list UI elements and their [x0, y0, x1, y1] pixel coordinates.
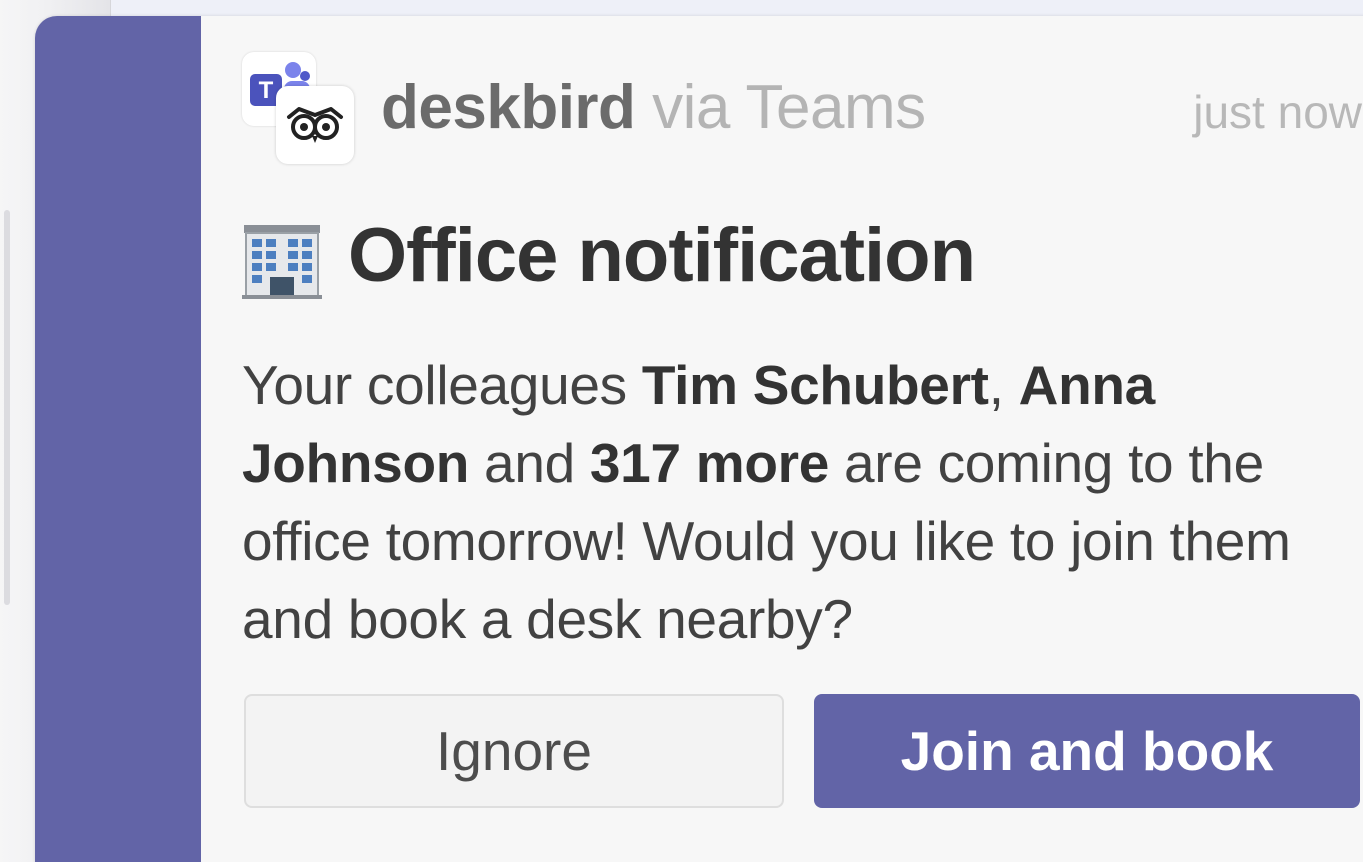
notification-card[interactable]: T deskbird via Teams just now Office not…	[35, 16, 1363, 862]
app-via-text: via Teams	[652, 73, 926, 142]
accent-bar	[35, 16, 201, 862]
notification-message: Your colleagues Tim Schubert, Anna Johns…	[242, 346, 1352, 658]
screen: T deskbird via Teams just now Office not…	[0, 0, 1363, 862]
colleague-count: 317 more	[589, 432, 830, 494]
app-source-line: deskbird via Teams	[381, 66, 926, 150]
message-text: ,	[988, 354, 1019, 416]
app-name: deskbird	[381, 73, 636, 142]
ignore-button[interactable]: Ignore	[244, 694, 784, 808]
device-side-button	[4, 210, 10, 605]
deskbird-owl-icon	[276, 86, 354, 164]
office-building-icon	[242, 223, 322, 304]
svg-text:T: T	[259, 77, 274, 104]
join-and-book-button[interactable]: Join and book	[814, 694, 1360, 808]
message-text: and	[469, 432, 590, 494]
notification-title: Office notification	[348, 213, 976, 298]
app-icons: T	[242, 52, 357, 167]
timestamp: just now	[1193, 86, 1362, 138]
notification-header: T deskbird via Teams just now	[242, 52, 1362, 164]
notification-content: T deskbird via Teams just now Office not…	[242, 16, 1363, 862]
message-text: Your colleagues	[242, 354, 642, 416]
colleague-name: Tim Schubert	[641, 354, 989, 416]
